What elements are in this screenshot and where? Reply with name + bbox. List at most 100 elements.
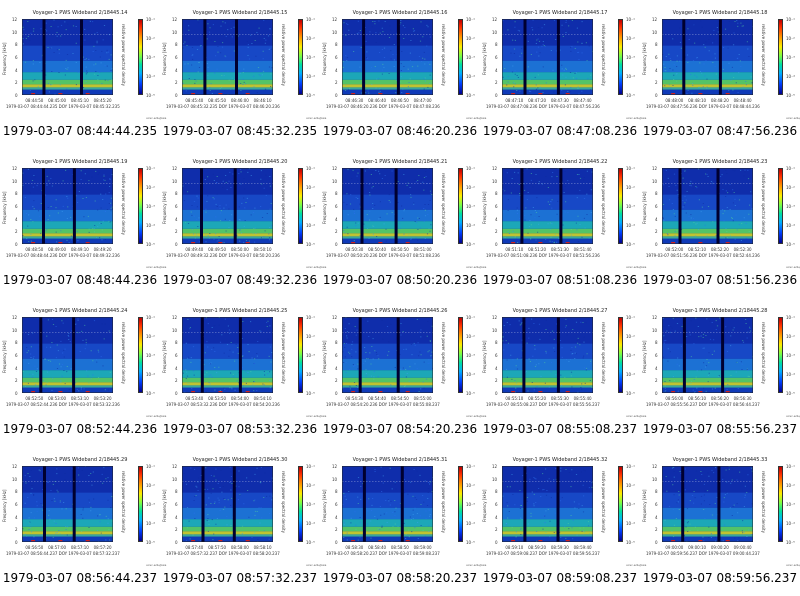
noise-speckle (227, 499, 229, 501)
noise-speckle (673, 37, 675, 39)
noise-speckle (519, 90, 521, 92)
noise-speckle (545, 494, 548, 496)
noise-speckle (715, 520, 717, 522)
noise-speckle (507, 81, 509, 83)
noise-speckle (185, 90, 187, 92)
noise-speckle (70, 368, 72, 370)
noise-speckle (419, 351, 421, 353)
noise-speckle (194, 518, 196, 519)
noise-speckle (254, 358, 256, 360)
x-tick-label: 08:50:10 (253, 247, 272, 252)
noise-speckle (733, 44, 735, 46)
noise-speckle (747, 48, 749, 50)
noise-speckle (686, 522, 689, 524)
x-tick-label: 08:54:30 (345, 396, 364, 401)
spectral-band (502, 194, 593, 210)
noise-speckle (90, 473, 92, 474)
noise-speckle (663, 184, 665, 186)
x-tick-label: 08:55:20 (528, 396, 547, 401)
noise-speckle (102, 39, 104, 41)
noise-speckle (208, 375, 210, 377)
noise-speckle (586, 60, 588, 62)
spectral-band (342, 534, 433, 537)
noise-speckle (352, 364, 354, 365)
data-gap-stripe (232, 466, 236, 542)
noise-speckle (85, 66, 87, 68)
noise-speckle (707, 330, 710, 332)
spectral-band (342, 317, 433, 344)
noise-speckle (229, 466, 231, 468)
noise-speckle (713, 339, 715, 341)
noise-speckle (194, 496, 196, 497)
marker-tick (378, 93, 383, 95)
noise-speckle (684, 489, 686, 491)
colorbar-tick-label: 10⁻² (146, 36, 155, 41)
noise-speckle (677, 357, 679, 359)
noise-speckle (210, 374, 212, 376)
noise-speckle (665, 476, 667, 477)
noise-speckle (90, 510, 92, 512)
noise-speckle (708, 352, 710, 354)
noise-speckle (403, 208, 406, 210)
noise-speckle (428, 359, 430, 361)
y-tick-label: 2 (335, 527, 338, 533)
noise-speckle (30, 470, 32, 471)
noise-speckle (695, 235, 697, 237)
panel-caption: 1979-03-07 08:59:56.237 (642, 571, 798, 585)
noise-speckle (561, 24, 563, 26)
noise-speckle (671, 531, 673, 532)
noise-speckle (377, 376, 379, 378)
marker-tick (218, 93, 223, 95)
noise-speckle (242, 385, 244, 387)
noise-speckle (527, 232, 529, 234)
noise-speckle (506, 322, 508, 323)
colorbar-tick-label: 10⁻² (786, 483, 795, 488)
noise-speckle (348, 351, 350, 353)
x-tick-label: 08:52:30 (733, 247, 752, 252)
noise-speckle (33, 517, 36, 519)
marker-tick (511, 391, 516, 393)
y-tick-label: 10 (652, 29, 658, 35)
noise-speckle (668, 84, 670, 86)
noise-speckle (184, 391, 186, 393)
data-gap-stripe (717, 466, 721, 542)
noise-speckle (106, 209, 109, 210)
noise-speckle (232, 351, 234, 353)
noise-speckle (254, 514, 256, 516)
noise-speckle (742, 520, 744, 522)
noise-speckle (110, 507, 112, 508)
noise-speckle (526, 199, 528, 200)
x-tick-label: 08:54:40 (368, 396, 387, 401)
noise-speckle (426, 233, 429, 235)
noise-speckle (355, 524, 357, 526)
noise-speckle (561, 89, 563, 91)
noise-speckle (243, 503, 245, 505)
noise-speckle (32, 80, 34, 82)
noise-speckle (229, 387, 231, 389)
noise-speckle (549, 520, 551, 522)
panel-title: Voyager-1 PWS Wideband 2/18445.19 (32, 159, 128, 165)
noise-speckle (675, 389, 677, 391)
noise-speckle (228, 355, 230, 357)
noise-speckle (423, 88, 425, 90)
noise-speckle (225, 36, 227, 37)
noise-speckle (714, 179, 717, 181)
noise-speckle (575, 78, 578, 79)
noise-speckle (401, 92, 403, 93)
y-tick-label: 6 (495, 502, 498, 507)
spectrogram-grid: Voyager-1 PWS Wideband 2/18445.14 Frequen… (0, 0, 800, 596)
noise-speckle (371, 510, 373, 511)
noise-speckle (692, 389, 694, 391)
noise-speckle (260, 206, 262, 207)
data-gap-stripe (556, 466, 560, 542)
colorbar (778, 19, 783, 95)
noise-speckle (734, 205, 736, 206)
noise-speckle (410, 194, 412, 196)
noise-speckle (521, 52, 523, 54)
noise-speckle (49, 25, 51, 27)
noise-speckle (560, 374, 562, 376)
noise-speckle (46, 382, 48, 384)
noise-speckle (247, 55, 249, 56)
noise-speckle (194, 468, 196, 470)
colorbar-tick-label: 10⁻⁴ (626, 521, 635, 526)
